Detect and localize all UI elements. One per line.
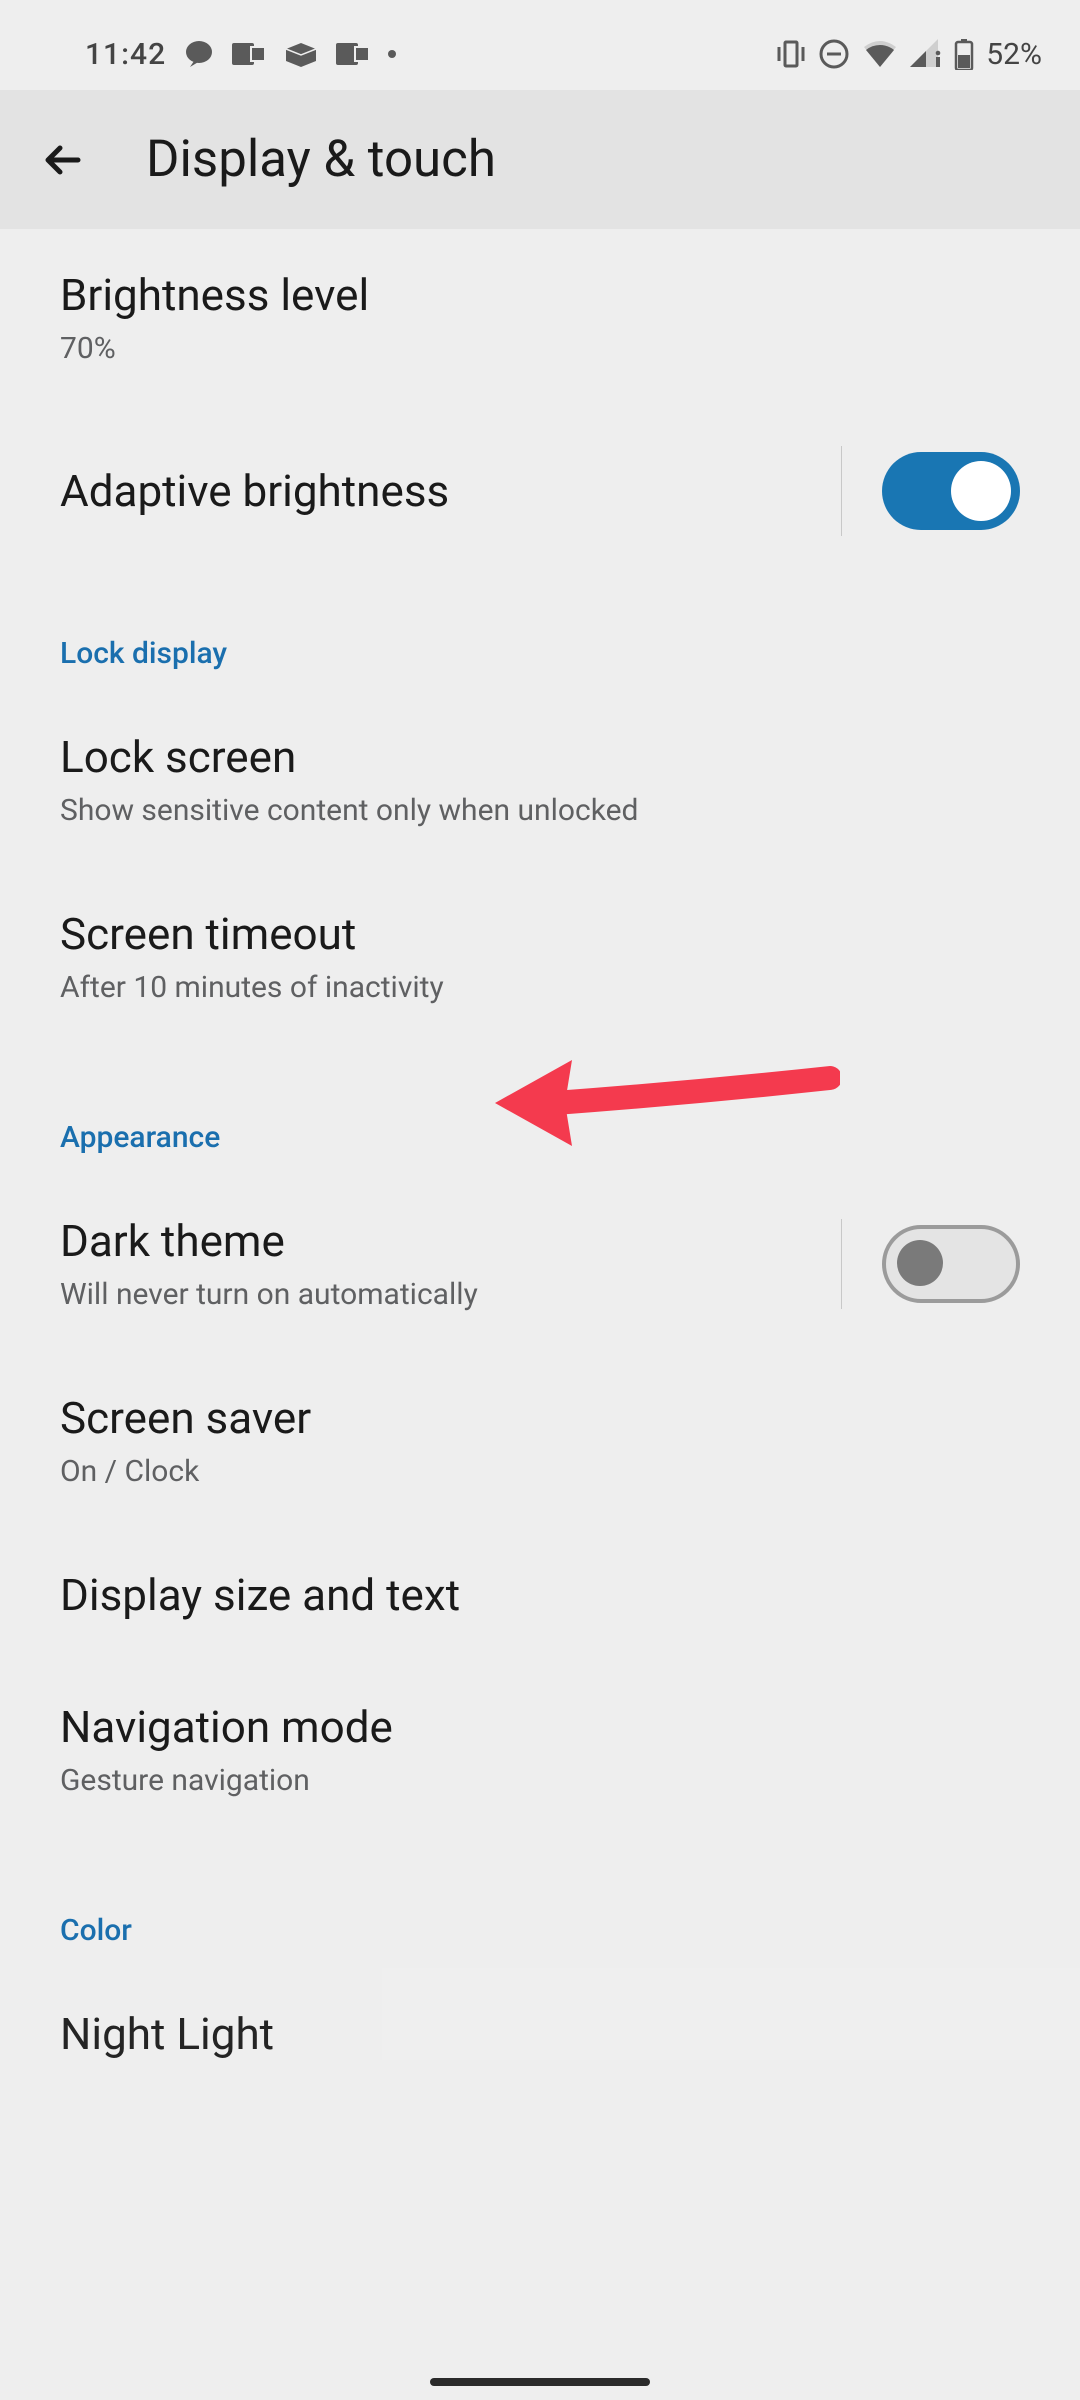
chat-icon bbox=[184, 39, 214, 69]
setting-title: Dark theme bbox=[60, 1215, 841, 1267]
page-title: Display & touch bbox=[146, 130, 496, 189]
setting-subtitle: After 10 minutes of inactivity bbox=[60, 970, 1020, 1005]
status-left: 11:42 bbox=[85, 37, 396, 72]
setting-screen-saver[interactable]: Screen saver On / Clock bbox=[0, 1352, 1080, 1529]
signal-icon bbox=[910, 39, 942, 69]
more-notifications-icon bbox=[388, 50, 396, 58]
setting-display-size-text[interactable]: Display size and text bbox=[0, 1529, 1080, 1661]
status-right: 52% bbox=[776, 37, 1042, 72]
setting-title: Screen timeout bbox=[60, 908, 1020, 960]
setting-subtitle: Gesture navigation bbox=[60, 1763, 1020, 1798]
setting-adaptive-brightness[interactable]: Adaptive brightness bbox=[0, 406, 1080, 576]
wifi-icon bbox=[862, 39, 898, 69]
divider bbox=[841, 446, 842, 536]
back-button[interactable] bbox=[40, 137, 86, 183]
section-header-color: Color bbox=[0, 1838, 1080, 1968]
box-icon bbox=[284, 39, 318, 69]
settings-content: Brightness level 70% Adaptive brightness… bbox=[0, 229, 1080, 2060]
setting-navigation-mode[interactable]: Navigation mode Gesture navigation bbox=[0, 1661, 1080, 1838]
setting-title: Night Light bbox=[60, 2008, 1020, 2060]
status-clock: 11:42 bbox=[85, 37, 166, 72]
setting-title: Navigation mode bbox=[60, 1701, 1020, 1753]
gesture-nav-indicator[interactable] bbox=[430, 2378, 650, 2386]
status-bar: 11:42 52% bbox=[0, 0, 1080, 90]
adaptive-brightness-toggle[interactable] bbox=[882, 452, 1020, 530]
dark-theme-toggle[interactable] bbox=[882, 1225, 1020, 1303]
section-header-lock-display: Lock display bbox=[0, 576, 1080, 691]
outlook-icon bbox=[336, 39, 370, 69]
dnd-icon bbox=[818, 38, 850, 70]
setting-subtitle: 70% bbox=[60, 331, 1020, 366]
divider bbox=[841, 1219, 842, 1309]
setting-title: Screen saver bbox=[60, 1392, 1020, 1444]
outlook-icon bbox=[232, 39, 266, 69]
setting-subtitle: Show sensitive content only when unlocke… bbox=[60, 793, 1020, 828]
vibrate-icon bbox=[776, 39, 806, 69]
arrow-left-icon bbox=[40, 137, 86, 183]
setting-night-light[interactable]: Night Light bbox=[0, 1968, 1080, 2060]
setting-subtitle: Will never turn on automatically bbox=[60, 1277, 841, 1312]
setting-title: Adaptive brightness bbox=[60, 465, 841, 517]
setting-subtitle: On / Clock bbox=[60, 1454, 1020, 1489]
app-bar: Display & touch bbox=[0, 90, 1080, 229]
setting-title: Display size and text bbox=[60, 1569, 1020, 1621]
setting-brightness-level[interactable]: Brightness level 70% bbox=[0, 229, 1080, 406]
setting-screen-timeout[interactable]: Screen timeout After 10 minutes of inact… bbox=[0, 868, 1080, 1045]
battery-icon bbox=[954, 38, 974, 70]
setting-title: Lock screen bbox=[60, 731, 1020, 783]
setting-dark-theme[interactable]: Dark theme Will never turn on automatica… bbox=[0, 1175, 1080, 1352]
battery-text: 52% bbox=[986, 37, 1042, 72]
setting-title: Brightness level bbox=[60, 269, 1020, 321]
section-header-appearance: Appearance bbox=[0, 1045, 1080, 1175]
setting-lock-screen[interactable]: Lock screen Show sensitive content only … bbox=[0, 691, 1080, 868]
